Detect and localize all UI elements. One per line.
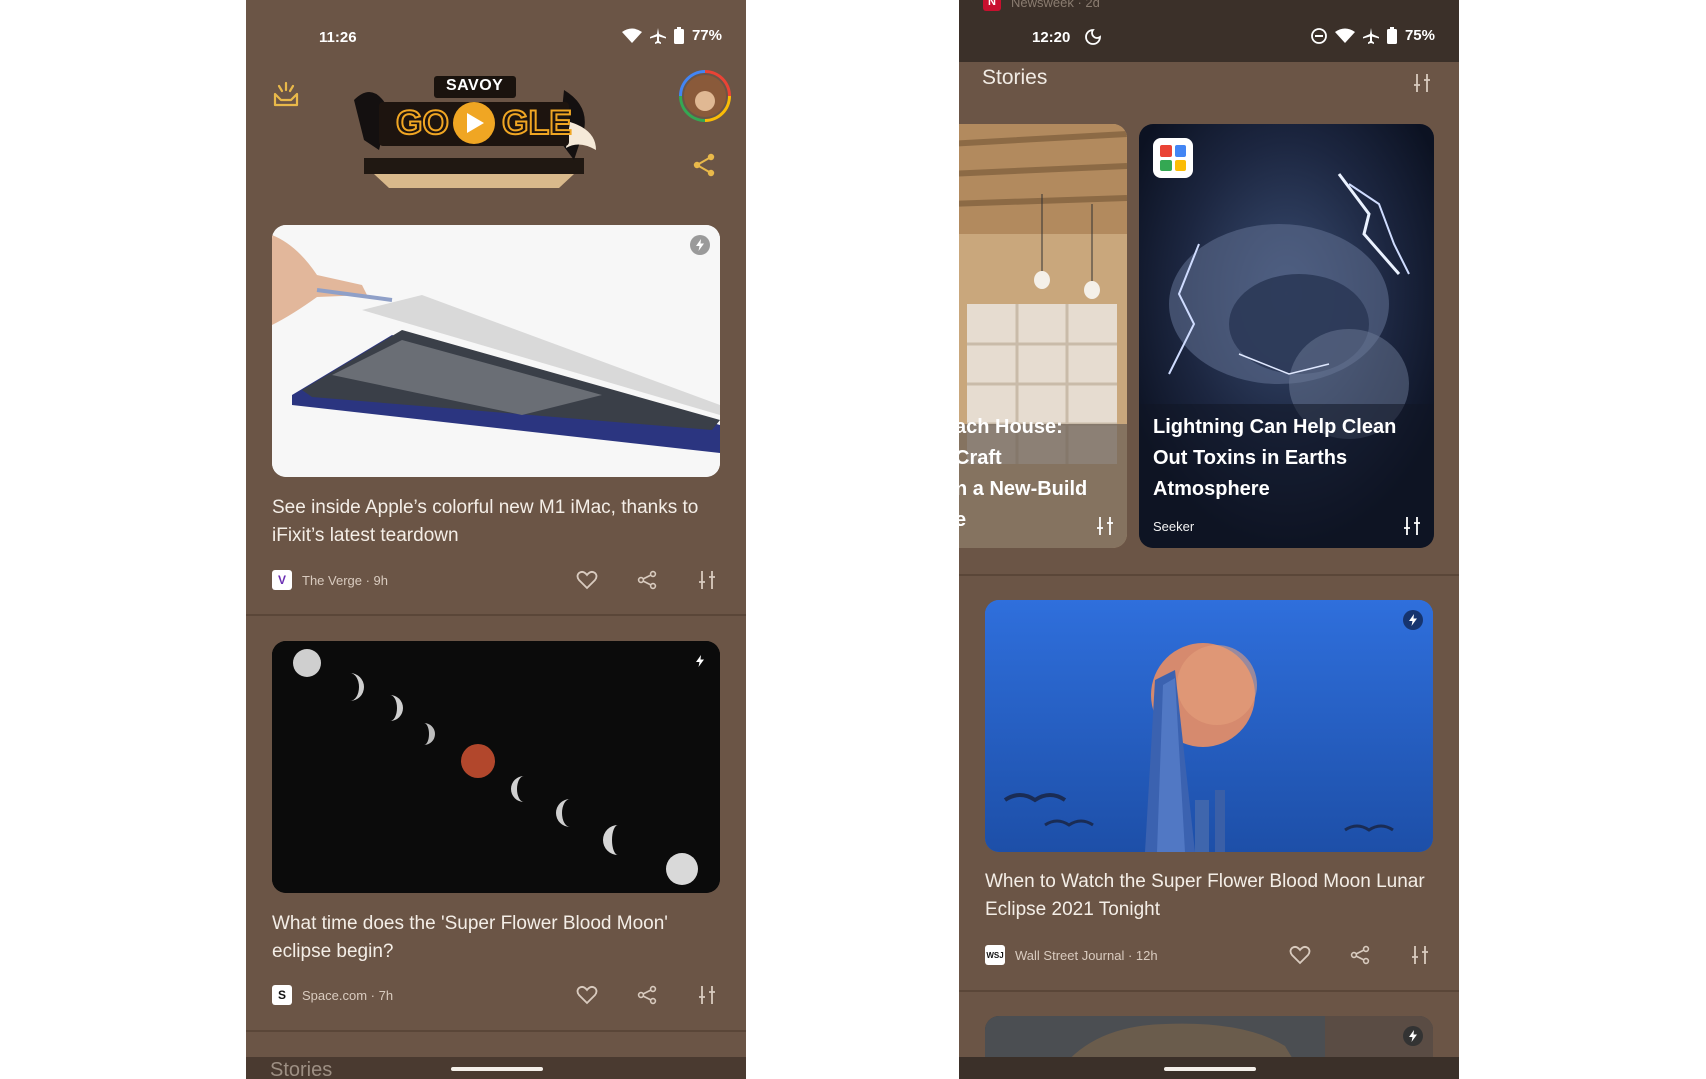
share-icon[interactable] — [1347, 944, 1373, 966]
wifi-icon — [1334, 28, 1355, 43]
tune-icon[interactable] — [1095, 516, 1115, 536]
like-icon[interactable] — [574, 984, 600, 1006]
source-logo-wall-street-journal: WSJ — [985, 945, 1005, 965]
google-news-app-icon — [1153, 138, 1193, 178]
status-bar: 11:26 77% — [246, 0, 746, 62]
doodle-badge: SAVOY — [446, 77, 504, 94]
tune-icon[interactable] — [694, 569, 720, 591]
divider — [959, 990, 1459, 992]
article-image-imac[interactable] — [272, 225, 720, 477]
share-icon[interactable] — [634, 984, 660, 1006]
divider — [246, 614, 746, 616]
doodle-word-left: GO — [395, 103, 450, 143]
source-and-time: Space.com · 7h — [302, 987, 394, 1003]
amp-bolt-icon — [690, 235, 710, 255]
article-meta: V The Verge · 9h — [272, 569, 720, 591]
bedtime-icon — [1085, 29, 1101, 45]
share-icon[interactable] — [634, 569, 660, 591]
phone-screen-right: N Newsweek · 2d 12:20 75% Stories ach Ho… — [959, 0, 1459, 1079]
moon-over-tower-image — [985, 600, 1433, 852]
tune-icon[interactable] — [1412, 73, 1432, 93]
section-title: Stories — [982, 66, 1048, 89]
source-logo-the-verge: V — [272, 570, 292, 590]
airplane-icon — [649, 27, 666, 44]
article-meta: WSJ Wall Street Journal · 12h — [985, 944, 1433, 966]
story-card-lightning[interactable]: Lightning Can Help Clean Out Toxins in E… — [1139, 124, 1434, 548]
article-image-blood-moon[interactable] — [985, 600, 1433, 852]
airplane-icon — [1362, 27, 1379, 44]
divider — [246, 1030, 746, 1032]
avatar[interactable] — [679, 70, 731, 122]
do-not-disturb-icon — [1311, 27, 1327, 44]
amp-bolt-icon — [1403, 610, 1423, 630]
article-image-blood-moon[interactable] — [272, 641, 720, 893]
source-logo-space-com: S — [272, 985, 292, 1005]
article-headline[interactable]: See inside Apple’s colorful new M1 iMac,… — [272, 494, 720, 550]
battery-level: 75% — [1404, 27, 1435, 44]
battery-level: 77% — [691, 27, 722, 44]
tune-icon[interactable] — [1402, 516, 1422, 536]
google-doodle[interactable]: SAVOY GO GLE — [334, 70, 614, 188]
source-and-time: The Verge · 9h — [302, 572, 388, 588]
story-title: ach House: Craft n a New-Build e — [959, 416, 1088, 531]
battery-icon — [1386, 27, 1397, 44]
story-title: Lightning Can Help Clean Out Toxins in E… — [1153, 416, 1397, 500]
section-title: Stories — [270, 1059, 333, 1079]
doodle-word-right: GLE — [501, 103, 573, 143]
moon-phases-image — [272, 641, 720, 893]
wifi-icon — [621, 28, 642, 43]
amp-bolt-icon — [690, 651, 710, 671]
like-icon[interactable] — [574, 569, 600, 591]
source-and-time: Wall Street Journal · 12h — [1015, 947, 1158, 963]
status-time: 12:20 — [1032, 29, 1071, 46]
battery-icon — [673, 27, 684, 44]
home-indicator[interactable] — [1164, 1067, 1256, 1071]
like-icon[interactable] — [1287, 944, 1313, 966]
tune-icon[interactable] — [1407, 944, 1433, 966]
story-card-house[interactable]: ach House: Craft n a New-Build e — [959, 124, 1127, 548]
amp-bolt-icon — [1403, 1026, 1423, 1046]
home-indicator[interactable] — [451, 1067, 543, 1071]
tune-icon[interactable] — [694, 984, 720, 1006]
share-icon[interactable] — [691, 152, 717, 178]
divider — [959, 574, 1459, 576]
story-source: Seeker — [1153, 519, 1195, 534]
article-headline[interactable]: What time does the 'Super Flower Blood M… — [272, 910, 720, 966]
article-headline[interactable]: When to Watch the Super Flower Blood Moo… — [985, 868, 1433, 924]
imac-teardown-image — [272, 225, 720, 477]
article-meta: S Space.com · 7h — [272, 984, 720, 1006]
status-bar: 12:20 75% — [959, 0, 1459, 62]
snapshot-icon[interactable] — [272, 80, 300, 108]
phone-screen-left: 11:26 77% SAVOY GO GLE See inside Apple’… — [246, 0, 746, 1079]
status-time: 11:26 — [319, 29, 357, 46]
